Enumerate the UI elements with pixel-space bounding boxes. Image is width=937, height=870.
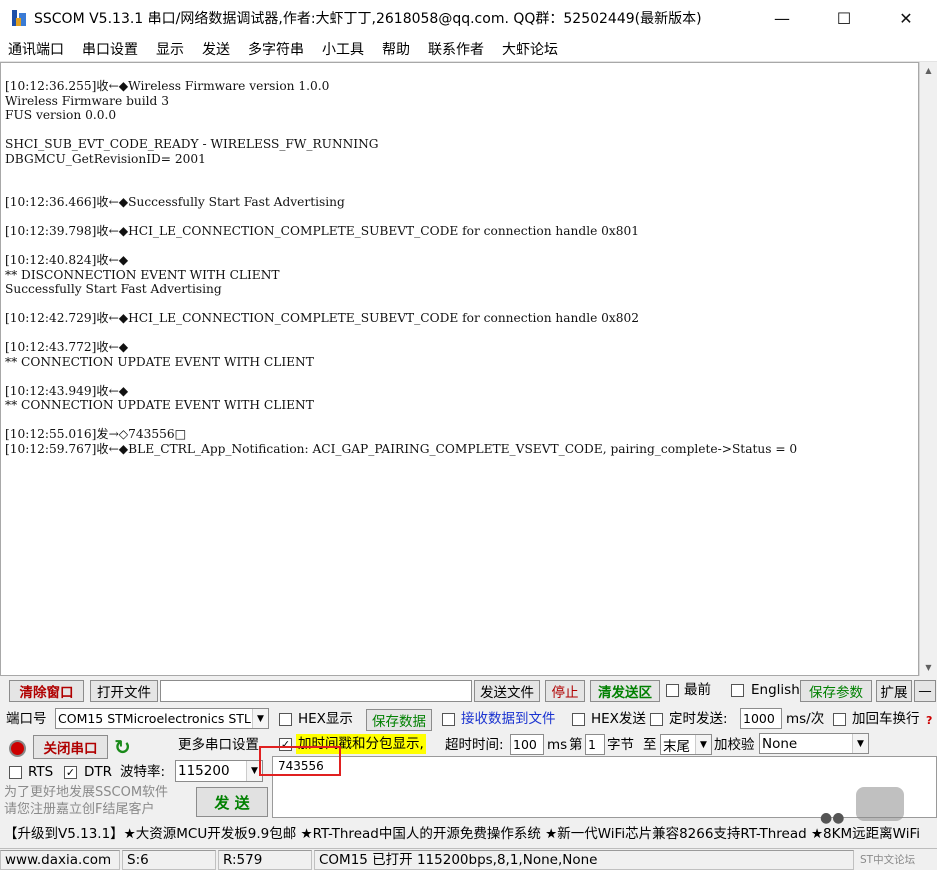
checksum-select-value: None: [762, 735, 798, 752]
sent-count: S:6: [122, 850, 216, 870]
hex-send-label: HEX发送: [591, 711, 646, 727]
help-icon[interactable]: ?: [926, 711, 932, 731]
rts-checkbox[interactable]: [9, 766, 22, 779]
file-path-input[interactable]: [160, 680, 472, 702]
promo-line-1: 为了更好地发展SSCOM软件: [4, 785, 169, 800]
timeout-unit: ms: [547, 737, 568, 753]
close-button[interactable]: ✕: [875, 0, 937, 36]
dtr-label: DTR: [84, 764, 113, 780]
open-file-button[interactable]: 打开文件: [90, 680, 158, 702]
save-params-button[interactable]: 保存参数: [800, 680, 872, 702]
send-file-button[interactable]: 发送文件: [474, 680, 540, 702]
end-select-value: 末尾: [663, 738, 690, 755]
baud-label: 波特率:: [120, 764, 166, 780]
port-label: 端口号: [6, 711, 47, 727]
menu-tools[interactable]: 小工具: [322, 39, 364, 59]
port-select-value: COM15 STMicroelectronics STLink: [58, 711, 269, 726]
topmost-label: 最前: [684, 682, 711, 698]
checksum-select[interactable]: None ▼: [759, 733, 869, 754]
menu-contact[interactable]: 联系作者: [428, 39, 484, 59]
interval-unit: ms/次: [786, 711, 825, 727]
menu-help[interactable]: 帮助: [382, 39, 410, 59]
menu-bar: 通讯端口 串口设置 显示 发送 多字符串 小工具 帮助 联系作者 大虾论坛: [0, 36, 937, 62]
interval-input[interactable]: 1000: [740, 708, 782, 729]
website-link[interactable]: www.daxia.com: [0, 850, 120, 870]
chevron-down-icon: ▼: [852, 734, 868, 753]
send-button[interactable]: 发 送: [196, 787, 268, 817]
port-status: COM15 已打开 115200bps,8,1,None,None: [314, 850, 854, 870]
checksum-label: 加校验: [714, 737, 755, 753]
wechat-icon: ●●: [820, 810, 845, 826]
menu-serial-settings[interactable]: 串口设置: [82, 39, 138, 59]
english-checkbox[interactable]: [731, 684, 744, 697]
rts-label: RTS: [28, 764, 54, 780]
receive-output[interactable]: [10:12:36.255]收←◆Wireless Firmware versi…: [0, 62, 919, 676]
stop-button[interactable]: 停止: [545, 680, 585, 702]
add-crlf-checkbox[interactable]: [833, 713, 846, 726]
receive-log: [10:12:36.255]收←◆Wireless Firmware versi…: [5, 79, 798, 456]
chevron-down-icon: ▼: [695, 735, 711, 754]
minimize-button[interactable]: —: [751, 0, 813, 36]
news-ticker[interactable]: 【升级到V5.13.1】★大资源MCU开发板9.9包邮 ★RT-Thread中国…: [0, 822, 937, 846]
add-crlf-label: 加回车换行: [852, 711, 920, 727]
menu-display[interactable]: 显示: [156, 39, 184, 59]
timeout-label: 超时时间:: [445, 737, 504, 753]
english-label: English: [751, 682, 800, 698]
window-title: SSCOM V5.13.1 串口/网络数据调试器,作者:大虾丁丁,2618058…: [34, 11, 702, 27]
refresh-icon[interactable]: ↻: [114, 736, 136, 758]
baud-select-value: 115200: [178, 763, 230, 779]
title-bar: SSCOM V5.13.1 串口/网络数据调试器,作者:大虾丁丁,2618058…: [0, 0, 937, 36]
menu-forum[interactable]: 大虾论坛: [502, 39, 558, 59]
expand-button[interactable]: 扩展: [876, 680, 912, 702]
port-select[interactable]: COM15 STMicroelectronics STLink ▼: [55, 708, 269, 729]
promo-line-2: 请您注册嘉立创F结尾客户: [4, 802, 155, 817]
byte-suffix: 字节: [607, 737, 634, 753]
scroll-down-icon[interactable]: ▼: [920, 659, 937, 676]
dtr-checkbox[interactable]: ✓: [64, 766, 77, 779]
vertical-scrollbar[interactable]: ▲ ▼: [919, 62, 937, 676]
chevron-down-icon: ▼: [252, 709, 268, 728]
timed-send-checkbox[interactable]: [650, 713, 663, 726]
app-icon: [10, 9, 28, 27]
collapse-button[interactable]: —: [914, 680, 936, 702]
save-data-button[interactable]: 保存数据: [366, 709, 432, 731]
hex-display-checkbox[interactable]: [279, 713, 292, 726]
end-select[interactable]: 末尾 ▼: [660, 734, 712, 755]
watermark-text: ST中文论坛: [860, 854, 916, 866]
recv-to-file-label: 接收数据到文件: [461, 711, 556, 727]
received-count: R:579: [218, 850, 312, 870]
more-settings-link[interactable]: 更多串口设置: [178, 735, 259, 755]
hex-display-label: HEX显示: [298, 711, 353, 727]
clear-send-button[interactable]: 清发送区: [590, 680, 660, 702]
timeout-input[interactable]: 100: [510, 734, 544, 755]
byte-prefix: 第: [569, 737, 583, 753]
highlight-annotation: [259, 746, 341, 776]
send-input-area[interactable]: 743556: [272, 756, 937, 818]
menu-send[interactable]: 发送: [202, 39, 230, 59]
hex-send-checkbox[interactable]: [572, 713, 585, 726]
port-status-icon: [9, 740, 26, 757]
byte-start-input[interactable]: 1: [585, 734, 605, 755]
menu-port[interactable]: 通讯端口: [8, 39, 64, 59]
recv-to-file-checkbox[interactable]: [442, 713, 455, 726]
menu-multi-string[interactable]: 多字符串: [248, 39, 304, 59]
watermark-logo: [856, 787, 904, 821]
status-bar: www.daxia.com S:6 R:579 COM15 已打开 115200…: [0, 848, 937, 870]
clear-window-button[interactable]: 清除窗口: [9, 680, 84, 702]
to-label: 至: [643, 737, 657, 753]
topmost-checkbox[interactable]: [666, 684, 679, 697]
maximize-button[interactable]: ☐: [813, 0, 875, 36]
scroll-up-icon[interactable]: ▲: [920, 62, 937, 79]
close-port-button[interactable]: 关闭串口: [33, 735, 108, 759]
baud-select[interactable]: 115200 ▼: [175, 760, 263, 782]
timed-send-label: 定时发送:: [669, 711, 728, 727]
